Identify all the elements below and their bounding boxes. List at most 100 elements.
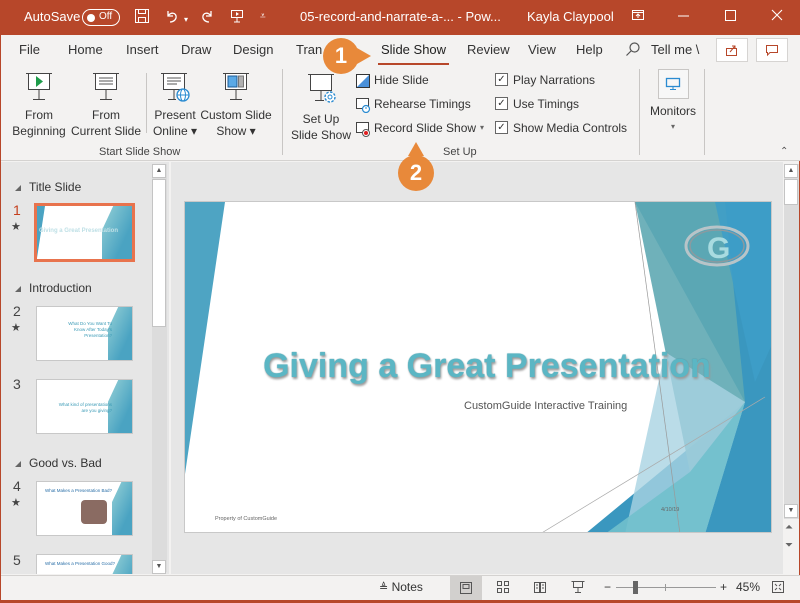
set-up-slide-show-button[interactable]: Set Up Slide Show	[289, 71, 353, 143]
zoom-slider[interactable]	[616, 581, 716, 594]
zoom-slider-thumb[interactable]	[633, 581, 639, 594]
section-title-slide[interactable]: Title Slide	[15, 180, 81, 194]
close-icon[interactable]	[771, 8, 783, 27]
section-good-vs-bad[interactable]: Good vs. Bad	[15, 456, 102, 470]
section-introduction[interactable]: Introduction	[15, 281, 92, 295]
share-button[interactable]	[716, 38, 748, 62]
play-narrations-checkbox[interactable]: ✓ Play Narrations	[495, 72, 595, 88]
next-slide-icon[interactable]: ⏷	[785, 540, 793, 551]
slide-thumbnail-4[interactable]: What Makes a Presentation Bad?	[36, 481, 133, 536]
monitors-label: Monitors	[649, 104, 696, 118]
present-online-button[interactable]: Present Online ▾	[150, 71, 200, 139]
scroll-up-button[interactable]: ▲	[152, 164, 166, 178]
start-from-beginning-icon[interactable]	[229, 8, 245, 29]
collapse-ribbon-icon[interactable]: ⌃	[780, 144, 788, 160]
comments-button[interactable]	[756, 38, 788, 62]
tab-home[interactable]: Home	[68, 42, 103, 57]
undo-icon[interactable]	[164, 8, 180, 29]
status-bar: ≜ Notes − + 45%	[1, 575, 800, 600]
monitors-button[interactable]: Monitors ▾	[647, 69, 699, 135]
monitor-icon	[665, 77, 681, 90]
scroll-down-button[interactable]: ▼	[784, 504, 798, 518]
tab-file[interactable]: File	[19, 42, 40, 57]
left-teal-shape	[185, 202, 225, 474]
thumb-title: What Makes a Presentation Bad?	[45, 488, 113, 493]
rehearse-timings-label: Rehearse Timings	[374, 97, 471, 111]
tab-insert[interactable]: Insert	[126, 42, 159, 57]
maximize-icon[interactable]	[725, 8, 737, 27]
slide-editing-area: G Giving a Great Presentation CustomGuid…	[171, 162, 799, 574]
tab-view[interactable]: View	[528, 42, 556, 57]
play-narrations-label: Play Narrations	[513, 73, 596, 87]
ribbon-display-options-icon[interactable]	[631, 8, 645, 27]
thumb-photo	[81, 500, 107, 524]
slide-subtitle[interactable]: CustomGuide Interactive Training	[464, 400, 627, 412]
play-narrations-check[interactable]: ✓	[495, 73, 508, 87]
slide-sorter-button[interactable]	[496, 580, 510, 597]
thumb-title: What kind of presentations are you givin…	[58, 402, 112, 413]
autosave-label: AutoSave	[24, 9, 81, 24]
zoom-in-button[interactable]: +	[720, 580, 727, 594]
set-up-slide-show-icon	[308, 74, 336, 103]
separator	[146, 73, 147, 133]
scroll-down-button[interactable]: ▼	[152, 560, 166, 574]
hide-slide-label: Hide Slide	[374, 73, 429, 87]
scroll-up-button[interactable]: ▲	[784, 164, 798, 178]
previous-slide-icon[interactable]: ⏶	[785, 522, 793, 533]
tab-draw[interactable]: Draw	[181, 42, 211, 57]
slide-thumbnail-5[interactable]: What Makes a Presentation Good?	[36, 554, 133, 574]
record-slide-show-dropdown[interactable]: ▾	[480, 120, 484, 136]
slide-show-view-button[interactable]	[571, 580, 585, 597]
from-beginning-line2: Beginning	[12, 124, 66, 138]
use-timings-check[interactable]: ✓	[495, 97, 508, 111]
custom-slide-show-button[interactable]: Custom Slide Show ▾	[200, 71, 272, 139]
save-icon[interactable]	[134, 8, 150, 29]
scroll-thumb[interactable]	[152, 179, 166, 327]
reading-view-button[interactable]	[533, 580, 547, 597]
ribbon: From Beginning From Current Slide Presen…	[1, 65, 800, 161]
customize-qat-icon[interactable]: ⩡	[260, 8, 266, 26]
tab-slide-show[interactable]: Slide Show	[377, 42, 450, 66]
start-slide-show-group-label: Start Slide Show	[99, 146, 181, 158]
rehearse-timings-icon	[356, 97, 371, 113]
thumbnails-scrollbar[interactable]: ▲ ▼	[152, 164, 167, 574]
undo-dropdown-icon[interactable]: ▾	[184, 11, 188, 29]
tell-me-input[interactable]: Tell me \	[651, 42, 699, 57]
tab-review[interactable]: Review	[467, 42, 510, 57]
fit-slide-to-window-button[interactable]	[771, 580, 785, 597]
current-slide[interactable]: G Giving a Great Presentation CustomGuid…	[184, 201, 772, 533]
from-beginning-button[interactable]: From Beginning	[9, 71, 69, 139]
slide-thumbnail-1[interactable]: Giving a Great Presentation	[34, 203, 135, 262]
autosave-state: Off	[99, 11, 113, 22]
powerpoint-window: AutoSave Off ▾ ⩡ 05-record-and-narrate-a…	[0, 0, 800, 600]
slide-title[interactable]: Giving a Great Presentation	[185, 347, 771, 386]
step-2-pointer	[408, 142, 424, 156]
show-media-controls-check[interactable]: ✓	[495, 121, 508, 135]
normal-view-button[interactable]	[450, 576, 482, 600]
slide-thumbnail-3[interactable]: What kind of presentations are you givin…	[36, 379, 133, 434]
slide-date: 4/10/19	[661, 507, 680, 513]
show-media-controls-checkbox[interactable]: ✓ Show Media Controls	[495, 120, 627, 136]
minimize-icon[interactable]	[678, 8, 690, 27]
tab-transitions[interactable]: Tran	[296, 42, 322, 57]
zoom-level[interactable]: 45%	[736, 580, 760, 594]
slide-sorter-icon	[497, 581, 509, 593]
from-current-slide-button[interactable]: From Current Slide	[70, 71, 142, 139]
slide-thumbnail-2[interactable]: What Do You Want To Know After Today's P…	[36, 306, 133, 361]
use-timings-checkbox[interactable]: ✓ Use Timings	[495, 96, 579, 112]
redo-icon[interactable]	[199, 8, 215, 29]
rehearse-timings-button[interactable]: Rehearse Timings	[355, 96, 471, 113]
autosave-toggle[interactable]: Off	[82, 9, 120, 26]
tab-help[interactable]: Help	[576, 42, 603, 57]
set-up-group-label: Set Up	[443, 146, 477, 158]
search-icon[interactable]	[625, 41, 641, 60]
scroll-thumb[interactable]	[784, 179, 798, 205]
use-timings-label: Use Timings	[513, 97, 580, 111]
tab-design[interactable]: Design	[233, 42, 273, 57]
record-slide-show-button[interactable]: Record Slide Show	[355, 120, 476, 137]
hide-slide-button[interactable]: Hide Slide	[355, 72, 429, 89]
notes-button[interactable]: ≜ Notes	[379, 580, 423, 594]
user-name[interactable]: Kayla Claypool	[527, 9, 614, 24]
slide-scrollbar[interactable]: ▲ ▼	[784, 164, 799, 519]
zoom-out-button[interactable]: −	[604, 580, 611, 594]
